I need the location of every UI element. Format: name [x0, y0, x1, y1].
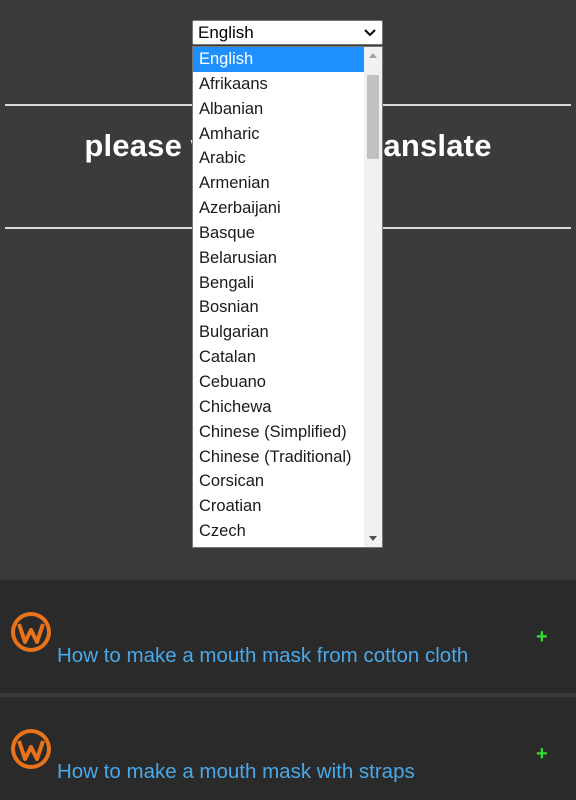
- dropdown-scrollbar[interactable]: [364, 47, 382, 547]
- article-title-link[interactable]: How to make a mouth mask from cotton clo…: [57, 644, 468, 668]
- language-options: English Afrikaans Albanian Amharic Arabic Arm…: [193, 47, 382, 544]
- article-item[interactable]: How to make a mouth mask from cotton clo…: [0, 580, 576, 693]
- language-option[interactable]: Bulgarian: [193, 320, 364, 345]
- language-option[interactable]: Albanian: [193, 97, 364, 122]
- expand-plus-icon[interactable]: +: [536, 743, 548, 766]
- language-option[interactable]: Cebuano: [193, 370, 364, 395]
- language-option[interactable]: Chichewa: [193, 395, 364, 420]
- chevron-down-icon: [362, 22, 378, 43]
- language-option[interactable]: Chinese (Traditional): [193, 445, 364, 470]
- language-select[interactable]: English: [192, 20, 383, 45]
- w-logo-icon: [9, 610, 53, 654]
- language-option[interactable]: Azerbaijani: [193, 196, 364, 221]
- language-option[interactable]: Afrikaans: [193, 72, 364, 97]
- language-option[interactable]: Basque: [193, 221, 364, 246]
- w-logo-icon: [9, 727, 53, 771]
- language-option[interactable]: English: [193, 47, 364, 72]
- language-option[interactable]: Bosnian: [193, 295, 364, 320]
- language-option[interactable]: Amharic: [193, 122, 364, 147]
- language-dropdown-list[interactable]: English Afrikaans Albanian Amharic Arabic Arm…: [192, 46, 383, 548]
- article-title-link[interactable]: How to make a mouth mask with straps: [57, 760, 415, 784]
- language-option[interactable]: Bengali: [193, 271, 364, 296]
- scroll-thumb[interactable]: [367, 75, 379, 159]
- scroll-down-arrow-icon[interactable]: [364, 530, 382, 547]
- language-option[interactable]: Belarusian: [193, 246, 364, 271]
- language-option[interactable]: Corsican: [193, 469, 364, 494]
- language-option[interactable]: Catalan: [193, 345, 364, 370]
- language-option[interactable]: Croatian: [193, 494, 364, 519]
- scroll-up-arrow-icon[interactable]: [364, 47, 382, 64]
- language-select-value: English: [198, 23, 254, 42]
- language-option[interactable]: Chinese (Simplified): [193, 420, 364, 445]
- article-item[interactable]: How to make a mouth mask with straps +: [0, 697, 576, 800]
- expand-plus-icon[interactable]: +: [536, 626, 548, 649]
- language-option[interactable]: Armenian: [193, 171, 364, 196]
- language-option[interactable]: Arabic: [193, 146, 364, 171]
- language-option[interactable]: Czech: [193, 519, 364, 544]
